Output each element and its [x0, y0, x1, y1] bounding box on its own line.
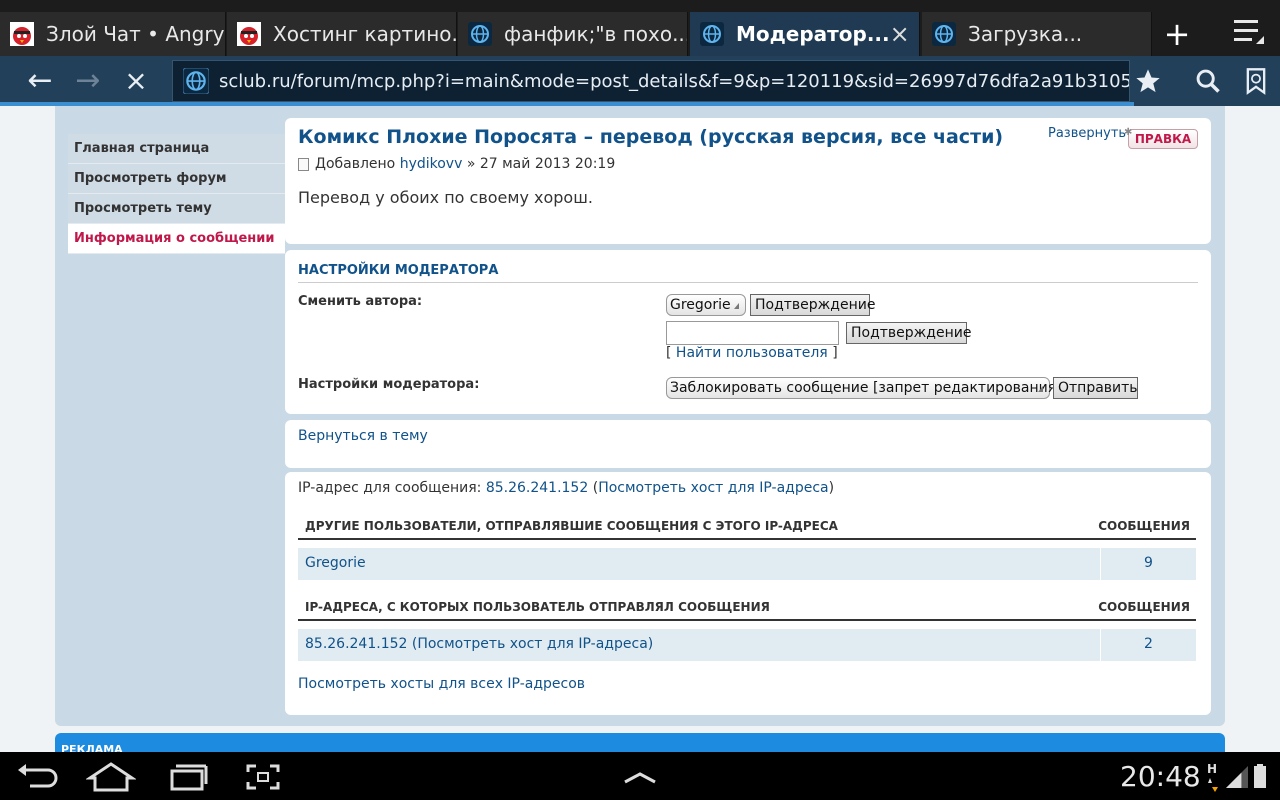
post-panel: Комикс Плохие Поросята – перевод (русска…: [285, 118, 1211, 244]
home-icon[interactable]: [86, 762, 136, 792]
sidebar-item-view-topic[interactable]: Просмотреть тему: [68, 194, 285, 224]
change-author-label: Сменить автора:: [298, 294, 423, 309]
table-row: 85.26.241.152 (Посмотреть хост для IP-ад…: [298, 629, 1196, 661]
stop-icon[interactable]: ×: [118, 64, 154, 98]
author-select[interactable]: Gregorie: [666, 294, 746, 316]
data-arrows-icon: [1208, 778, 1218, 792]
tab-title: Хостинг картино...: [273, 22, 457, 46]
search-icon[interactable]: [1194, 67, 1222, 95]
browser-tab-strip: Злой Чат • Angry ... Хостинг картино... …: [0, 0, 1280, 56]
network-type-indicator: H: [1207, 762, 1218, 776]
tab-title: Злой Чат • Angry ...: [46, 22, 225, 46]
star-icon[interactable]: [1134, 67, 1162, 95]
clock: 20:48: [1120, 760, 1201, 793]
post-count-link[interactable]: 2: [1101, 636, 1196, 652]
view-host-link[interactable]: Посмотреть хост для IP-адреса: [598, 480, 828, 496]
ad-label: РЕКЛАМА: [61, 743, 123, 752]
moderator-settings-heading: НАСТРОЙКИ МОДЕРАТОРА: [298, 263, 1198, 283]
user-link[interactable]: Gregorie: [305, 555, 366, 571]
forward-arrow-icon[interactable]: →: [70, 64, 106, 98]
post-ip-line: IP-адрес для сообщения: 85.26.241.152 (П…: [298, 480, 834, 496]
dropdown-arrow-icon: [734, 303, 739, 309]
find-user-wrapper: [ Найти пользователя ]: [666, 345, 838, 361]
bracket-close: ]: [832, 345, 838, 361]
ip-host-link[interactable]: 85.26.241.152 (Посмотреть хост для IP-ад…: [305, 636, 653, 652]
edit-button-label: ПРАВКА: [1134, 132, 1192, 146]
ad-section-header: РЕКЛАМА: [55, 733, 1225, 752]
table-row: Gregorie 9: [298, 548, 1196, 580]
confirm-author-button[interactable]: Подтверждение: [750, 294, 875, 316]
bracket-open: [: [666, 345, 672, 361]
sidebar-item-main-page[interactable]: Главная страница: [68, 134, 285, 164]
post-date: » 27 май 2013 20:19: [466, 156, 616, 172]
globe-icon: [468, 22, 492, 46]
expand-link[interactable]: Развернуть: [1048, 126, 1126, 141]
submit-button[interactable]: Отправить: [1053, 377, 1138, 399]
view-all-hosts-link[interactable]: Посмотреть хосты для всех IP-адресов: [298, 676, 585, 692]
mod-options-label: Настройки модератора:: [298, 377, 480, 392]
tab-loading[interactable]: Загрузка...: [922, 12, 1152, 56]
chevron-up-icon[interactable]: [615, 762, 665, 792]
ip-address-link[interactable]: 85.26.241.152: [486, 480, 588, 496]
author-select-value: Gregorie: [670, 297, 731, 313]
ip-addresses-table-header: IP-АДРЕСА, С КОТОРЫХ ПОЛЬЗОВАТЕЛЬ ОТПРАВ…: [298, 587, 1196, 621]
url-field[interactable]: sclub.ru/forum/mcp.php?i=main&mode=post_…: [172, 60, 1130, 102]
signal-icon: [1226, 766, 1248, 788]
post-meta-prefix: Добавлено: [315, 156, 396, 172]
sidebar-item-post-info[interactable]: Информация о сообщении: [68, 224, 285, 254]
moderator-settings-panel: НАСТРОЙКИ МОДЕРАТОРА Сменить автора: Gre…: [285, 250, 1211, 414]
confirm-new-author-button[interactable]: Подтверждение: [846, 322, 971, 344]
url-text: sclub.ru/forum/mcp.php?i=main&mode=post_…: [219, 70, 1129, 92]
back-to-topic-panel: Вернуться в тему: [285, 420, 1211, 468]
mcp-sidebar-menu: Главная страница Просмотреть форум Просм…: [68, 134, 285, 254]
web-page: Главная страница Просмотреть форум Просм…: [0, 106, 1280, 752]
tab-angry-chat[interactable]: Злой Чат • Angry ...: [0, 12, 226, 56]
address-toolbar: ← → × sclub.ru/forum/mcp.php?i=main&mode…: [0, 56, 1280, 106]
back-icon[interactable]: [14, 762, 64, 792]
tab-title: Загрузка...: [968, 22, 1083, 46]
ip-prefix: IP-адрес для сообщения:: [298, 480, 482, 496]
recent-apps-icon[interactable]: [162, 762, 212, 792]
other-users-table-header: ДРУГИЕ ПОЛЬЗОВАТЕЛИ, ОТПРАВЛЯВШИЕ СООБЩЕ…: [298, 506, 1196, 540]
dropdown-arrow-icon: [1038, 386, 1043, 392]
tab-moderator[interactable]: Модератор... ×: [690, 12, 920, 56]
bookmarks-icon[interactable]: [1242, 67, 1270, 95]
ip-addresses-header: IP-АДРЕСА, С КОТОРЫХ ПОЛЬЗОВАТЕЛЬ ОТПРАВ…: [305, 600, 770, 614]
globe-icon: [932, 22, 956, 46]
globe-icon: [700, 22, 724, 46]
close-icon[interactable]: ×: [890, 20, 910, 48]
find-user-link[interactable]: Найти пользователя: [676, 345, 828, 361]
tab-image-hosting[interactable]: Хостинг картино...: [227, 12, 457, 56]
paren-close: ): [828, 480, 835, 496]
new-author-input[interactable]: [666, 321, 839, 345]
post-title[interactable]: Комикс Плохие Поросята – перевод (русска…: [298, 126, 1003, 148]
battery-icon: [1254, 764, 1266, 788]
post-body: Перевод у обоих по своему хорош.: [298, 188, 593, 207]
post-document-icon: [298, 157, 309, 171]
back-arrow-icon[interactable]: ←: [22, 64, 58, 98]
angry-bird-icon: [237, 22, 261, 46]
menu-icon[interactable]: [1228, 14, 1268, 52]
back-to-topic-link[interactable]: Вернуться в тему: [298, 428, 428, 444]
posts-header: СООБЩЕНИЯ: [1098, 600, 1190, 614]
other-users-header: ДРУГИЕ ПОЛЬЗОВАТЕЛИ, ОТПРАВЛЯВШИЕ СООБЩЕ…: [305, 519, 838, 533]
post-author-link[interactable]: hydikovv: [400, 156, 463, 172]
angry-bird-icon: [10, 22, 34, 46]
sidebar-item-view-forum[interactable]: Просмотреть форум: [68, 164, 285, 194]
new-tab-button[interactable]: +: [1156, 12, 1198, 56]
mod-action-select[interactable]: Заблокировать сообщение [запрет редактир…: [666, 377, 1062, 399]
mod-action-select-value: Заблокировать сообщение [запрет редактир…: [670, 380, 1062, 396]
screenshot-icon[interactable]: [238, 762, 288, 792]
post-count-link[interactable]: 9: [1101, 555, 1196, 571]
asterisk-icon: ✱: [1124, 127, 1133, 138]
posts-header: СООБЩЕНИЯ: [1098, 519, 1190, 533]
globe-icon: [183, 68, 209, 94]
tab-fanfic[interactable]: фанфик;"в похо...: [458, 12, 688, 56]
post-meta: Добавлено hydikovv » 27 май 2013 20:19: [298, 156, 615, 172]
tab-title: фанфик;"в похо...: [504, 22, 688, 46]
tab-title: Модератор...: [736, 22, 890, 46]
ip-info-panel: IP-адрес для сообщения: 85.26.241.152 (П…: [285, 472, 1211, 715]
edit-button[interactable]: ✱ ПРАВКА: [1124, 127, 1198, 149]
system-navigation-bar: 20:48 H: [0, 752, 1280, 800]
